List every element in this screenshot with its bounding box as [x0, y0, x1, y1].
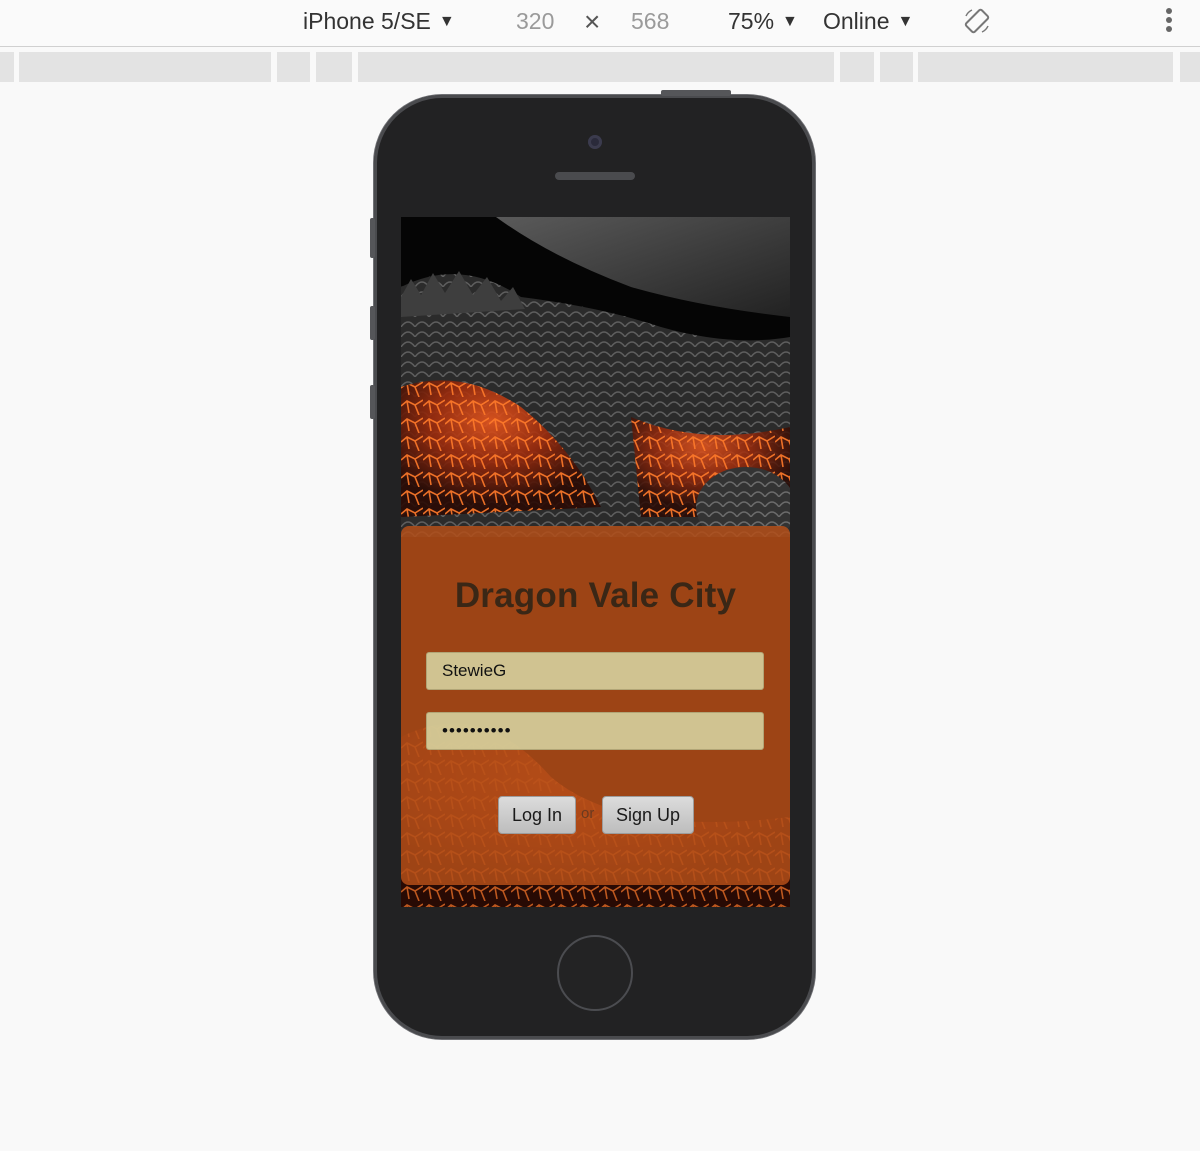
power-button: [661, 90, 731, 96]
password-input[interactable]: [426, 712, 764, 750]
media-query-bar: [0, 52, 1200, 84]
chevron-down-icon: ▼: [782, 13, 798, 30]
login-card: Dragon Vale City Log In or Sign Up: [401, 526, 790, 885]
chevron-down-icon: ▼: [897, 13, 914, 30]
device-select-label: iPhone 5/SE: [303, 8, 431, 34]
volume-up-button: [370, 306, 375, 340]
volume-down-button: [370, 385, 375, 419]
device-screen: Dragon Vale City Log In or Sign Up: [401, 217, 790, 907]
username-input[interactable]: [426, 652, 764, 690]
zoom-select[interactable]: 75% ▼: [728, 7, 798, 39]
home-button-icon: [557, 935, 633, 1011]
login-button[interactable]: Log In: [498, 796, 576, 834]
media-query-segment[interactable]: [316, 52, 352, 82]
speaker-grille: [555, 172, 635, 180]
media-query-segment[interactable]: [880, 52, 913, 82]
network-select-label: Online: [823, 8, 890, 34]
media-query-segment[interactable]: [277, 52, 310, 82]
more-vertical-icon[interactable]: [1164, 8, 1174, 36]
media-query-segment[interactable]: [358, 52, 834, 82]
device-select[interactable]: iPhone 5/SE ▼: [303, 7, 455, 39]
chevron-down-icon: ▼: [438, 13, 455, 30]
camera-icon: [588, 135, 602, 149]
network-throttle-select[interactable]: Online ▼: [823, 7, 913, 39]
zoom-select-label: 75%: [728, 8, 775, 34]
rotate-icon[interactable]: [962, 6, 992, 36]
devtools-device-toolbar: iPhone 5/SE ▼ 320 × 568 75% ▼ Online ▼: [0, 0, 1200, 47]
media-query-segment[interactable]: [1180, 52, 1200, 82]
media-query-segment[interactable]: [0, 52, 14, 82]
media-query-segment[interactable]: [19, 52, 271, 82]
mute-switch: [370, 218, 375, 258]
media-query-segment[interactable]: [840, 52, 874, 82]
height-input[interactable]: 568: [631, 7, 669, 35]
signup-button[interactable]: Sign Up: [602, 796, 694, 834]
or-separator: or: [581, 805, 595, 822]
app-title: Dragon Vale City: [454, 576, 737, 615]
width-input[interactable]: 320: [516, 7, 554, 35]
times-icon: ×: [584, 6, 601, 37]
media-query-segment[interactable]: [918, 52, 1173, 82]
